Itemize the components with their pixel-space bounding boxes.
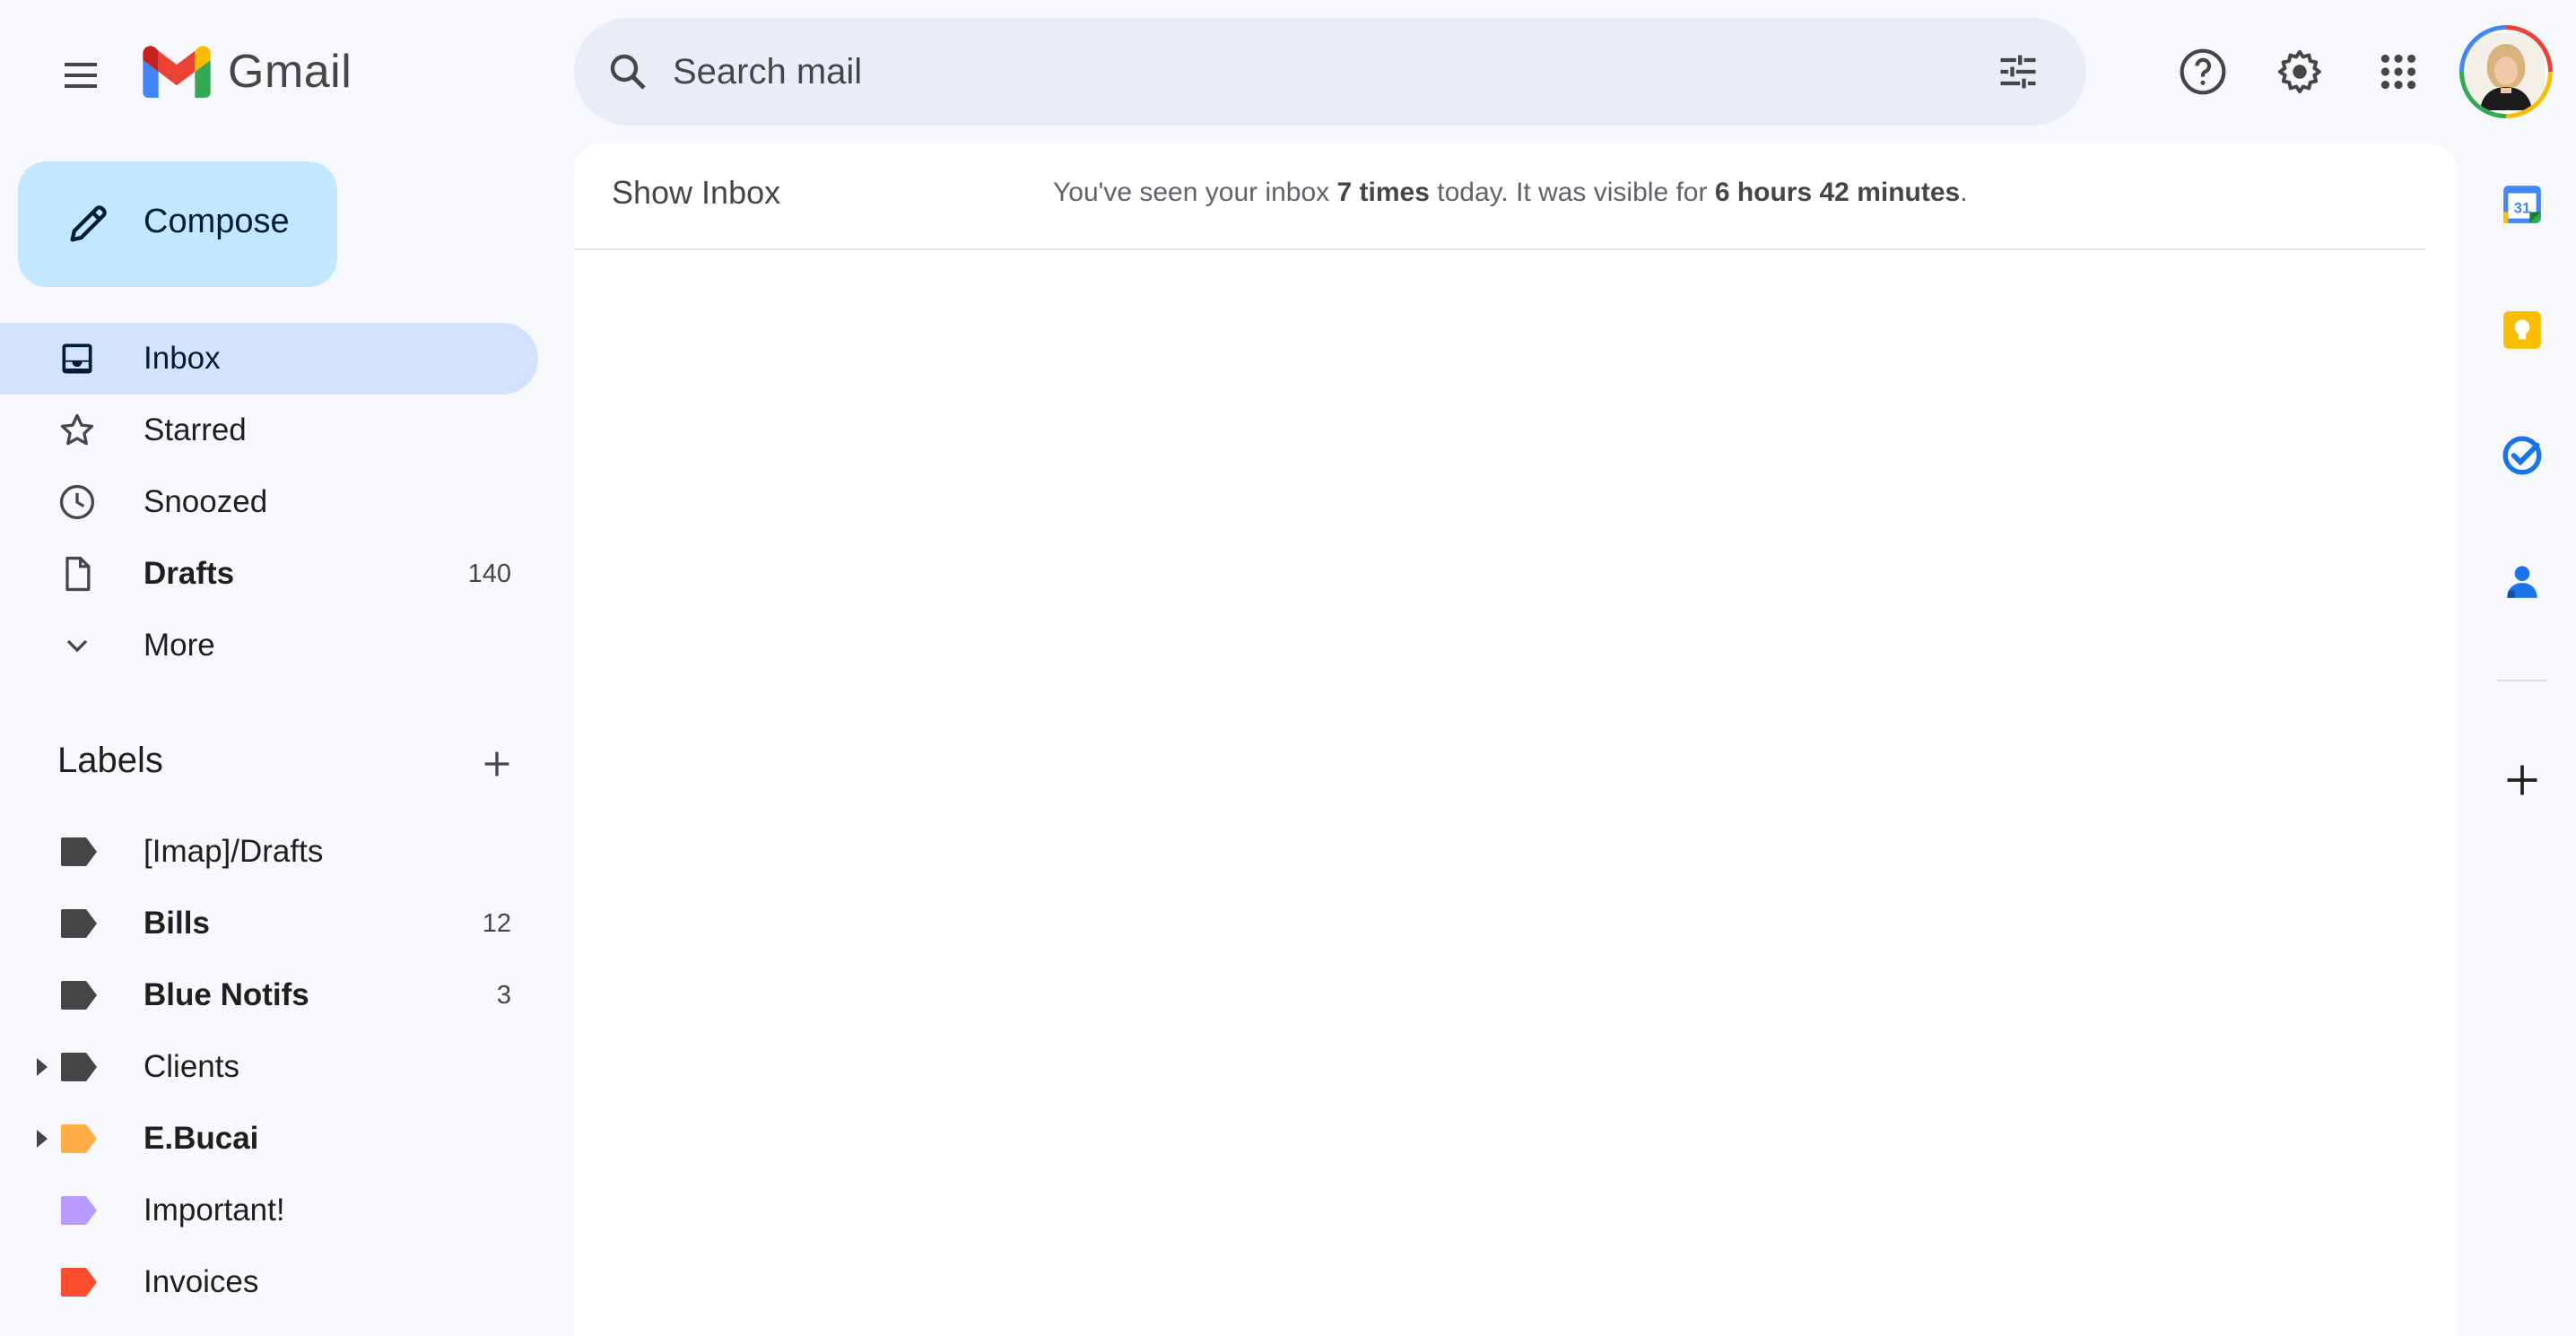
contacts-app-button[interactable] — [2493, 552, 2551, 610]
sidebar-item-label: More — [144, 628, 215, 663]
drafts-count: 140 — [467, 560, 511, 588]
search-bar[interactable] — [574, 18, 2086, 126]
label-item-invoices[interactable]: Invoices — [0, 1246, 538, 1318]
sidebar-item-inbox[interactable]: Inbox — [0, 323, 538, 395]
account-avatar[interactable] — [2459, 25, 2553, 118]
expand-caret-icon[interactable] — [32, 1128, 50, 1149]
support-button[interactable] — [2167, 36, 2239, 108]
keep-app-button[interactable] — [2493, 301, 2551, 359]
label-count: 12 — [482, 909, 511, 938]
label-name: Blue Notifs — [144, 977, 309, 1012]
label-tag-icon — [61, 1268, 97, 1297]
sidebar-item-more[interactable]: More — [0, 610, 538, 681]
inbox-visibility-notice: You've seen your inbox 7 times today. It… — [1053, 178, 1968, 208]
label-item-clients[interactable]: Clients — [0, 1031, 538, 1103]
apps-grid-icon — [2380, 54, 2416, 90]
calendar-app-button[interactable]: 31 — [2493, 176, 2551, 233]
tasks-icon — [2502, 436, 2542, 475]
sidebar-item-label: Starred — [144, 412, 247, 447]
pencil-icon — [61, 197, 115, 251]
show-inbox-link[interactable]: Show Inbox — [612, 174, 780, 212]
gmail-app: Gmail Search mail Compose Inbox Starred … — [0, 0, 2576, 1336]
compose-button[interactable]: Compose — [18, 161, 337, 287]
calendar-date-text: 31 — [2514, 199, 2531, 216]
settings-button[interactable] — [2264, 36, 2336, 108]
label-name: Bills — [144, 906, 210, 941]
gmail-logo[interactable]: Gmail — [142, 39, 352, 104]
label-name: Important! — [144, 1193, 285, 1228]
expand-caret-icon[interactable] — [32, 1056, 50, 1078]
label-tag-icon — [61, 1196, 97, 1225]
divider — [574, 248, 2425, 250]
search-options-icon[interactable] — [1991, 45, 2045, 99]
label-name: [Imap]/Drafts — [144, 834, 324, 869]
google-apps-button[interactable] — [2363, 36, 2434, 108]
draft-icon — [54, 551, 100, 597]
label-tag-icon — [61, 1124, 97, 1153]
main-panel: Show Inbox You've seen your inbox 7 time… — [574, 143, 2458, 1336]
label-item-imap-drafts[interactable]: [Imap]/Drafts — [0, 816, 538, 888]
inbox-icon — [54, 335, 100, 382]
search-input[interactable] — [673, 36, 1821, 108]
app-name: Gmail — [228, 46, 352, 98]
label-count: 3 — [496, 981, 511, 1010]
clock-icon — [54, 479, 100, 525]
side-panel-divider — [2497, 680, 2547, 681]
label-item-blue-notifs[interactable]: Blue Notifs 3 — [0, 959, 538, 1031]
chevron-down-icon — [54, 622, 100, 669]
label-item-bills[interactable]: Bills 12 — [0, 888, 538, 959]
plus-icon — [2507, 765, 2537, 795]
sidebar-item-label: Inbox — [144, 341, 221, 376]
hamburger-icon — [65, 63, 97, 88]
label-item-important[interactable]: Important! — [0, 1175, 538, 1246]
sidebar-item-label: Drafts — [144, 556, 235, 591]
label-tag-icon — [61, 1053, 97, 1081]
notice-text: You've seen your inbox — [1053, 178, 1337, 207]
notice-text: today. It was visible for — [1429, 178, 1715, 207]
calendar-icon: 31 — [2503, 186, 2541, 223]
help-icon — [2180, 48, 2226, 95]
label-name: E.Bucai — [144, 1121, 259, 1156]
gear-icon — [2277, 49, 2321, 94]
create-label-button[interactable] — [470, 737, 524, 791]
labels-heading: Labels — [57, 741, 163, 780]
main-menu-button[interactable] — [45, 39, 117, 111]
label-tag-icon — [61, 981, 97, 1010]
tasks-app-button[interactable] — [2493, 427, 2551, 484]
compose-label: Compose — [144, 203, 290, 240]
sidebar-item-starred[interactable]: Starred — [0, 395, 538, 466]
contacts-icon — [2507, 566, 2537, 598]
notice-times: 7 times — [1336, 178, 1430, 207]
star-icon — [54, 407, 100, 454]
label-name: Clients — [144, 1049, 239, 1084]
profile-photo-icon — [2467, 33, 2545, 110]
notice-text: . — [1960, 178, 1968, 207]
gmail-m-icon — [143, 46, 211, 98]
plus-icon — [484, 751, 509, 776]
label-tag-icon — [61, 909, 97, 938]
sidebar-item-label: Snoozed — [144, 484, 268, 519]
get-addons-button[interactable] — [2493, 751, 2551, 809]
search-icon[interactable] — [601, 45, 655, 99]
keep-icon — [2503, 311, 2541, 349]
label-name: Invoices — [144, 1264, 259, 1299]
label-item-ebucai[interactable]: E.Bucai — [0, 1103, 538, 1175]
sidebar-item-drafts[interactable]: Drafts 140 — [0, 538, 538, 610]
notice-duration: 6 hours 42 minutes — [1714, 178, 1961, 207]
label-tag-icon — [61, 837, 97, 866]
sidebar-item-snoozed[interactable]: Snoozed — [0, 466, 538, 538]
